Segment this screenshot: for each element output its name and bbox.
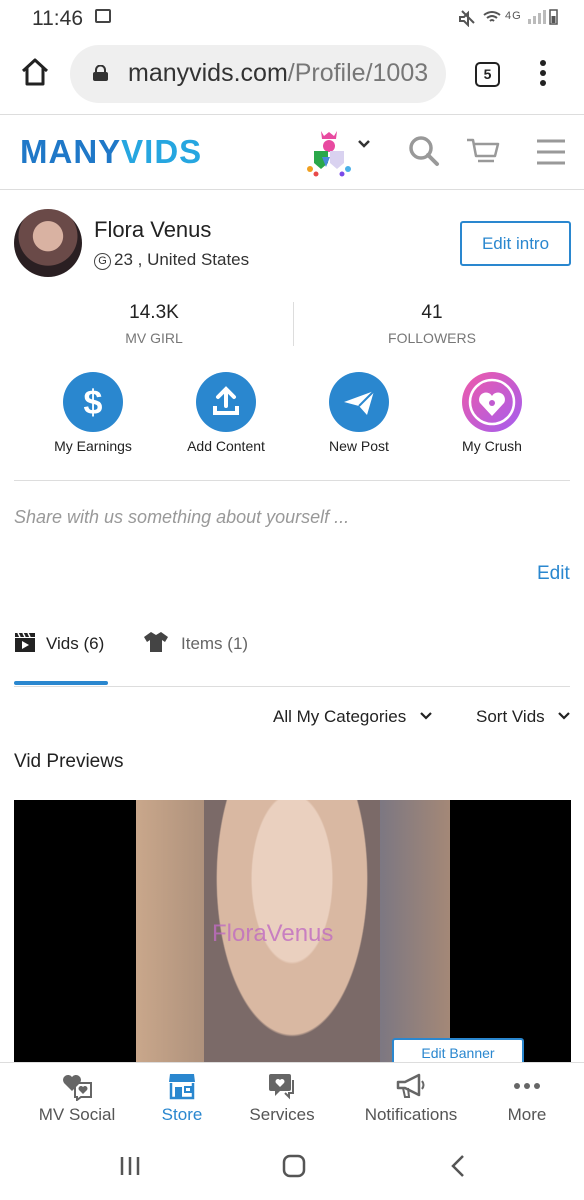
gender-icon: G: [94, 253, 111, 270]
address-bar[interactable]: manyvids.com/Profile/1003: [70, 45, 446, 103]
about-input[interactable]: Share with us something about yourself .…: [14, 507, 349, 528]
action-label: My Earnings: [54, 438, 132, 454]
chat-heart-icon: [269, 1074, 294, 1100]
tab-label: Vids (6): [46, 634, 105, 653]
crown-badge-icon[interactable]: [304, 129, 354, 177]
recent-apps-icon[interactable]: [119, 1155, 141, 1177]
active-tab-indicator: [14, 681, 108, 685]
back-icon[interactable]: [448, 1153, 468, 1179]
logo-part2: VIDS: [121, 133, 203, 170]
location-text: 23 , United States: [114, 250, 250, 269]
vid-preview-banner[interactable]: FloraVenus Edit Banner: [14, 800, 571, 1062]
store-icon: [169, 1074, 195, 1100]
tab-label: Items (1): [181, 634, 249, 653]
stat-label: MV GIRL: [125, 330, 183, 346]
megaphone-icon: [396, 1073, 425, 1098]
status-icons: 4G: [458, 7, 558, 30]
add-content-button[interactable]: Add Content: [166, 372, 286, 454]
nav-notifications[interactable]: Notifications: [360, 1071, 462, 1125]
sort-label: Sort Vids: [476, 707, 545, 726]
system-home-icon[interactable]: [281, 1153, 307, 1179]
chevron-down-icon: [558, 712, 571, 720]
chevron-down-icon: [420, 712, 432, 720]
section-title: Vid Previews: [14, 751, 124, 772]
tab-items[interactable]: Items (1): [143, 631, 248, 654]
network-type-label: 4G: [505, 10, 522, 22]
profile-location: G 23 , United States: [94, 250, 249, 270]
hamburger-menu-icon[interactable]: [536, 139, 566, 165]
edit-about-link[interactable]: Edit: [537, 563, 570, 585]
browser-toolbar: manyvids.com/Profile/1003 5: [0, 36, 584, 114]
upload-icon: [196, 372, 256, 432]
tab-vids[interactable]: Vids (6): [14, 631, 104, 654]
bottom-nav: MV Social Store Services Notifications M…: [0, 1062, 584, 1133]
search-icon[interactable]: [408, 135, 440, 167]
system-navigation-bar: [0, 1133, 584, 1200]
url-path: /Profile/1003: [287, 59, 429, 87]
image-notification-icon: [95, 9, 111, 23]
manyvids-logo[interactable]: MANYVIDS: [20, 133, 202, 171]
lock-icon: [93, 65, 108, 81]
more-dots-icon: [514, 1083, 540, 1089]
site-header: MANYVIDS: [0, 114, 584, 190]
nav-label: MV Social: [38, 1105, 116, 1124]
url-domain: manyvids.com: [128, 59, 288, 87]
status-indicators-icon: 4G: [459, 9, 558, 28]
nav-mv-social[interactable]: MV Social: [37, 1071, 117, 1125]
tab-switcher-button[interactable]: 5: [475, 62, 500, 87]
url-text: manyvids.com/Profile/1003: [128, 59, 436, 88]
divider: [14, 480, 570, 481]
browser-menu-icon[interactable]: [538, 60, 548, 90]
nav-more[interactable]: More: [501, 1071, 553, 1125]
categories-label: All My Categories: [273, 707, 407, 726]
nav-label: Notifications: [364, 1105, 458, 1124]
action-label: My Crush: [462, 438, 522, 454]
nav-label: More: [507, 1105, 547, 1124]
nav-label: Services: [249, 1105, 315, 1124]
categories-dropdown[interactable]: All My Categories: [273, 707, 432, 727]
stat-mv-girl: 14.3K MV GIRL: [54, 302, 254, 346]
preview-watermark: FloraVenus: [212, 920, 334, 947]
home-icon[interactable]: [20, 57, 50, 87]
heart-lock-icon: [462, 372, 522, 432]
new-post-button[interactable]: New Post: [299, 372, 419, 454]
stat-followers[interactable]: 41 FOLLOWERS: [332, 302, 532, 346]
nav-store[interactable]: Store: [150, 1071, 214, 1125]
clapperboard-icon: [15, 632, 35, 652]
status-time: 11:46: [32, 7, 83, 30]
svg-text:$: $: [84, 384, 103, 422]
tab-divider: [14, 686, 570, 687]
stat-value: 14.3K: [129, 302, 179, 323]
tshirt-icon: [144, 632, 168, 652]
edit-intro-button[interactable]: Edit intro: [460, 221, 571, 266]
logo-part1: MANY: [20, 133, 122, 170]
stat-label: FOLLOWERS: [388, 330, 476, 346]
edit-banner-button[interactable]: Edit Banner: [392, 1038, 524, 1062]
my-earnings-button[interactable]: $ My Earnings: [33, 372, 153, 454]
action-label: New Post: [329, 438, 389, 454]
status-bar: 11:46 4G: [0, 0, 584, 36]
stat-value: 41: [421, 302, 443, 323]
social-hearts-icon: [63, 1075, 92, 1101]
chevron-down-icon[interactable]: [357, 139, 371, 149]
cart-icon[interactable]: [466, 137, 500, 165]
paper-plane-icon: [329, 372, 389, 432]
profile-name: Flora Venus: [94, 217, 212, 242]
action-label: Add Content: [187, 438, 265, 454]
stat-divider: [293, 302, 294, 346]
nav-services[interactable]: Services: [247, 1071, 317, 1125]
dollar-icon: $: [63, 372, 123, 432]
nav-label: Store: [161, 1105, 203, 1124]
sort-dropdown[interactable]: Sort Vids: [476, 707, 571, 727]
my-crush-button[interactable]: My Crush: [432, 372, 552, 454]
avatar[interactable]: [14, 209, 82, 277]
